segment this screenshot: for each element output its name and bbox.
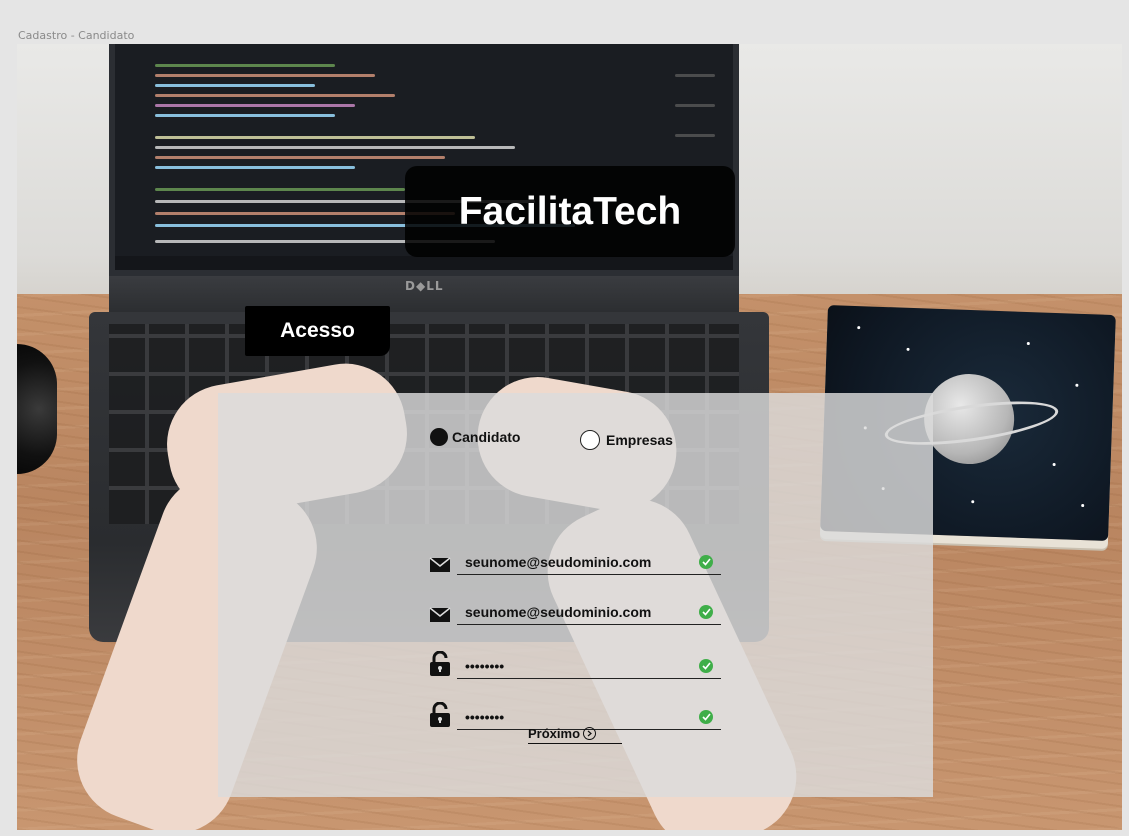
email-input[interactable] xyxy=(465,552,689,572)
radio-empresas[interactable]: Empresas xyxy=(580,430,700,450)
next-button[interactable]: Próximo xyxy=(528,722,623,744)
brand-title: FacilitaTech xyxy=(405,166,735,257)
password-field xyxy=(429,651,721,679)
check-icon xyxy=(699,555,713,569)
envelope-icon xyxy=(429,603,451,623)
check-icon xyxy=(699,605,713,619)
check-icon xyxy=(699,710,713,724)
radio-unchecked-icon xyxy=(580,430,600,450)
radio-candidato-label: Candidato xyxy=(452,429,521,445)
envelope-icon xyxy=(429,553,451,573)
signup-panel: Candidato Empresas seunome@seudominio.co… xyxy=(218,393,933,797)
tab-acesso[interactable]: Acesso xyxy=(245,306,390,356)
password-input[interactable] xyxy=(465,656,689,676)
lock-icon xyxy=(429,702,451,728)
radio-empresas-label: Empresas xyxy=(606,432,673,448)
confirm-email-field xyxy=(429,599,721,625)
check-icon xyxy=(699,659,713,673)
radio-checked-icon xyxy=(430,428,448,446)
email-field xyxy=(429,549,721,575)
chevron-right-icon xyxy=(583,726,597,740)
confirm-email-input[interactable] xyxy=(465,602,689,622)
frame-label: Cadastro - Candidato xyxy=(18,29,135,42)
signup-frame: D◆LL FacilitaTech Acesso Candidato Empre… xyxy=(17,44,1122,830)
radio-candidato[interactable]: Candidato xyxy=(430,428,520,446)
next-button-label: Próximo xyxy=(528,725,581,741)
lock-icon xyxy=(429,651,451,677)
